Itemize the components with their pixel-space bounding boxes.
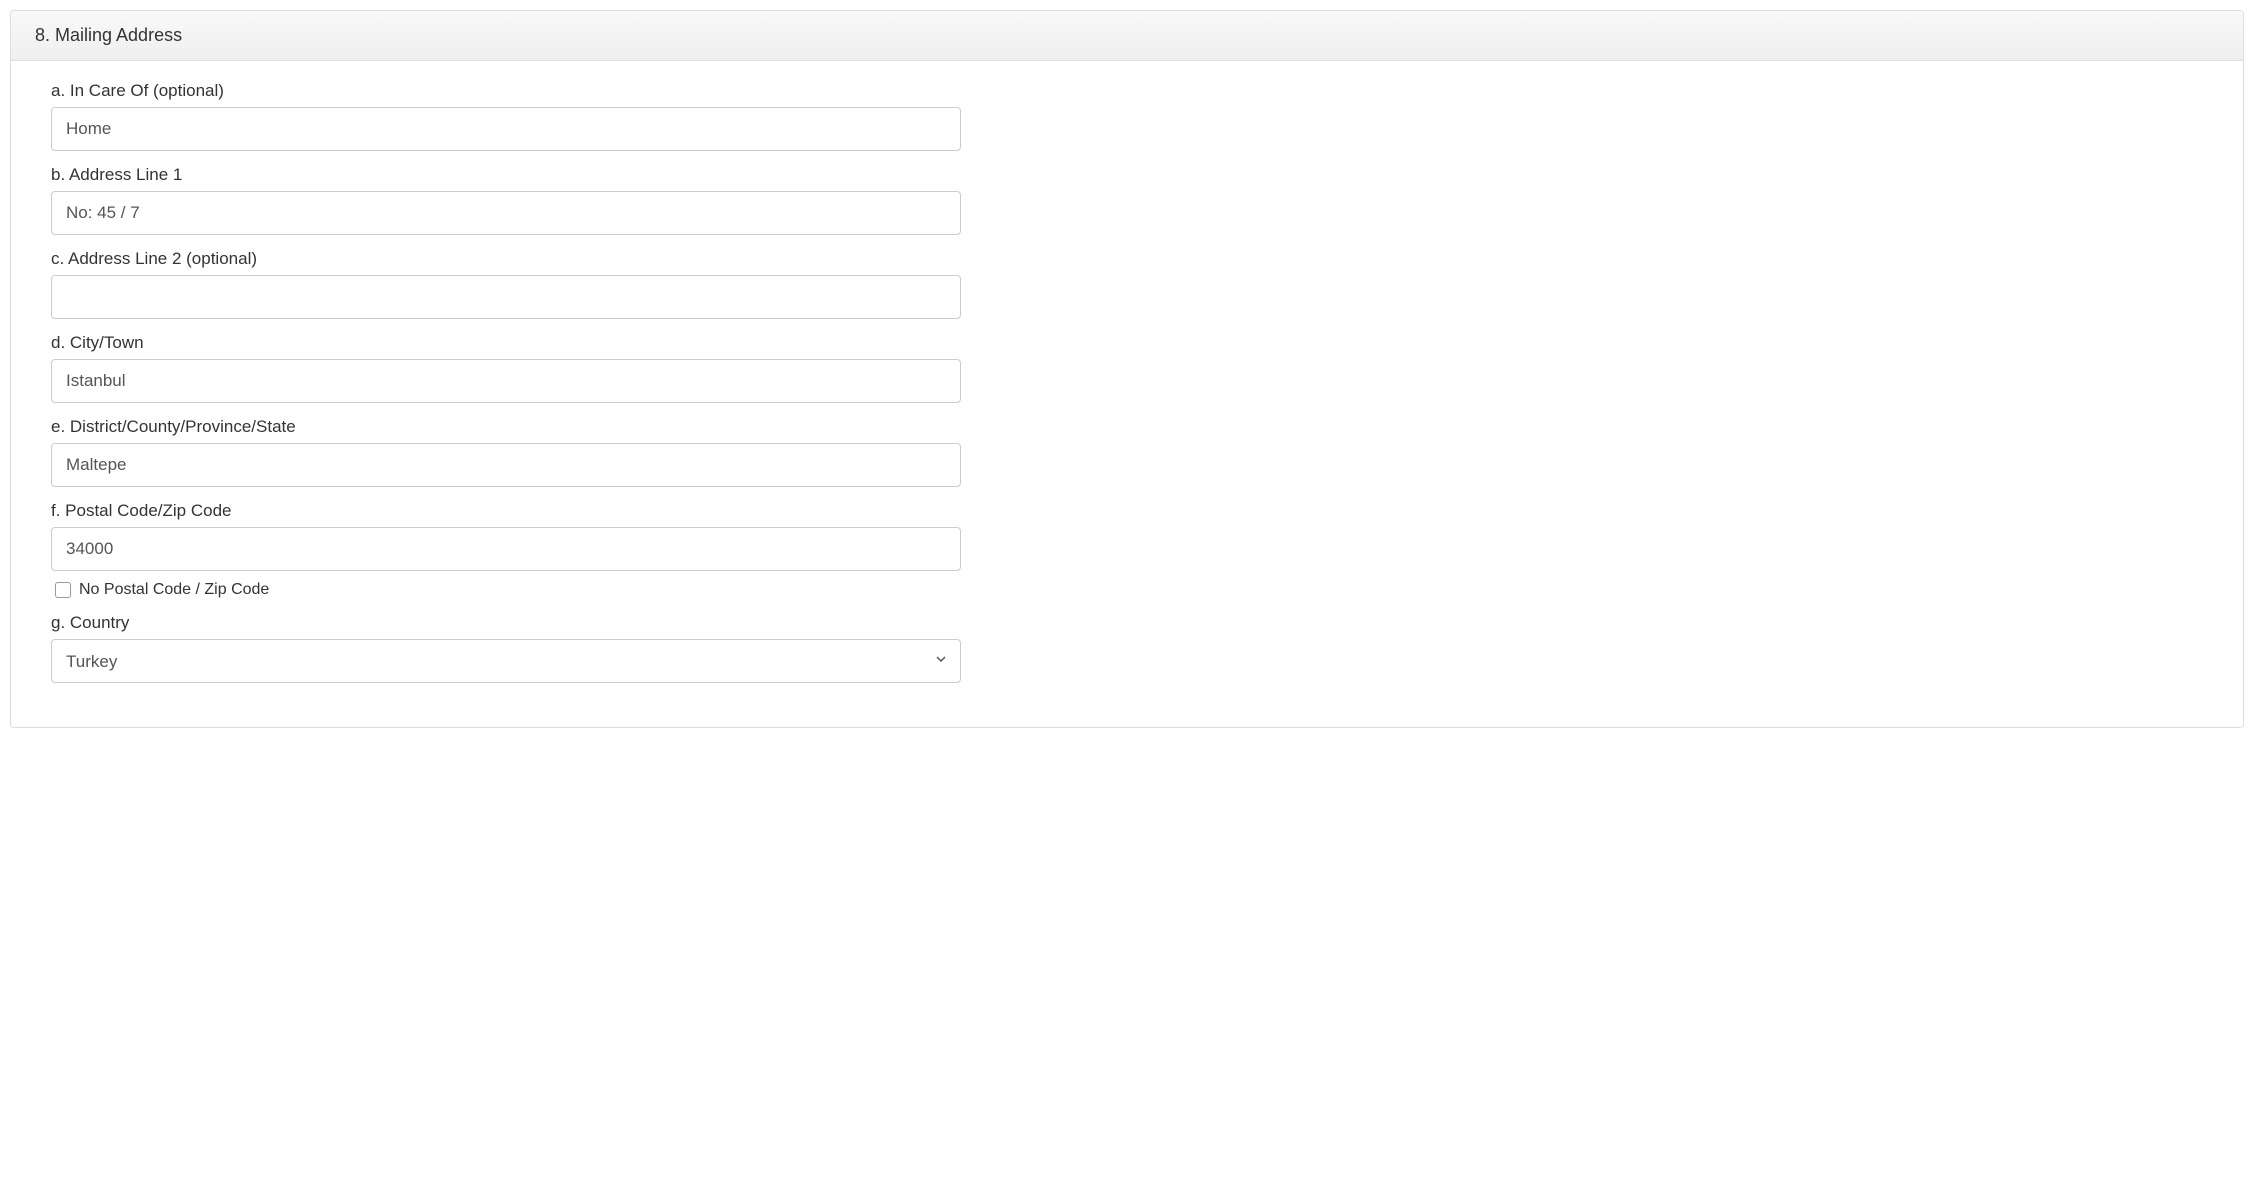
panel-header: 8. Mailing Address: [11, 11, 2243, 61]
in-care-of-label: a. In Care Of (optional): [51, 81, 2203, 101]
no-postal-code-checkbox[interactable]: [55, 582, 71, 598]
form-group-city: d. City/Town: [51, 333, 2203, 403]
no-postal-code-label: No Postal Code / Zip Code: [79, 581, 269, 599]
address-line-2-input[interactable]: [51, 275, 961, 319]
form-group-address-line-1: b. Address Line 1: [51, 165, 2203, 235]
form-group-in-care-of: a. In Care Of (optional): [51, 81, 2203, 151]
address-line-1-input[interactable]: [51, 191, 961, 235]
form-group-district: e. District/County/Province/State: [51, 417, 2203, 487]
form-group-country: g. Country Turkey: [51, 613, 2203, 683]
postal-code-input[interactable]: [51, 527, 961, 571]
no-postal-code-row: No Postal Code / Zip Code: [51, 581, 2203, 599]
form-group-postal-code: f. Postal Code/Zip Code No Postal Code /…: [51, 501, 2203, 599]
postal-code-label: f. Postal Code/Zip Code: [51, 501, 2203, 521]
city-label: d. City/Town: [51, 333, 2203, 353]
country-select-wrapper: Turkey: [51, 639, 961, 683]
district-input[interactable]: [51, 443, 961, 487]
country-select[interactable]: Turkey: [51, 639, 961, 683]
panel-body: a. In Care Of (optional) b. Address Line…: [11, 61, 2243, 727]
mailing-address-panel: 8. Mailing Address a. In Care Of (option…: [10, 10, 2244, 728]
form-group-address-line-2: c. Address Line 2 (optional): [51, 249, 2203, 319]
in-care-of-input[interactable]: [51, 107, 961, 151]
address-line-1-label: b. Address Line 1: [51, 165, 2203, 185]
district-label: e. District/County/Province/State: [51, 417, 2203, 437]
city-input[interactable]: [51, 359, 961, 403]
section-title: 8. Mailing Address: [35, 25, 182, 45]
address-line-2-label: c. Address Line 2 (optional): [51, 249, 2203, 269]
country-label: g. Country: [51, 613, 2203, 633]
